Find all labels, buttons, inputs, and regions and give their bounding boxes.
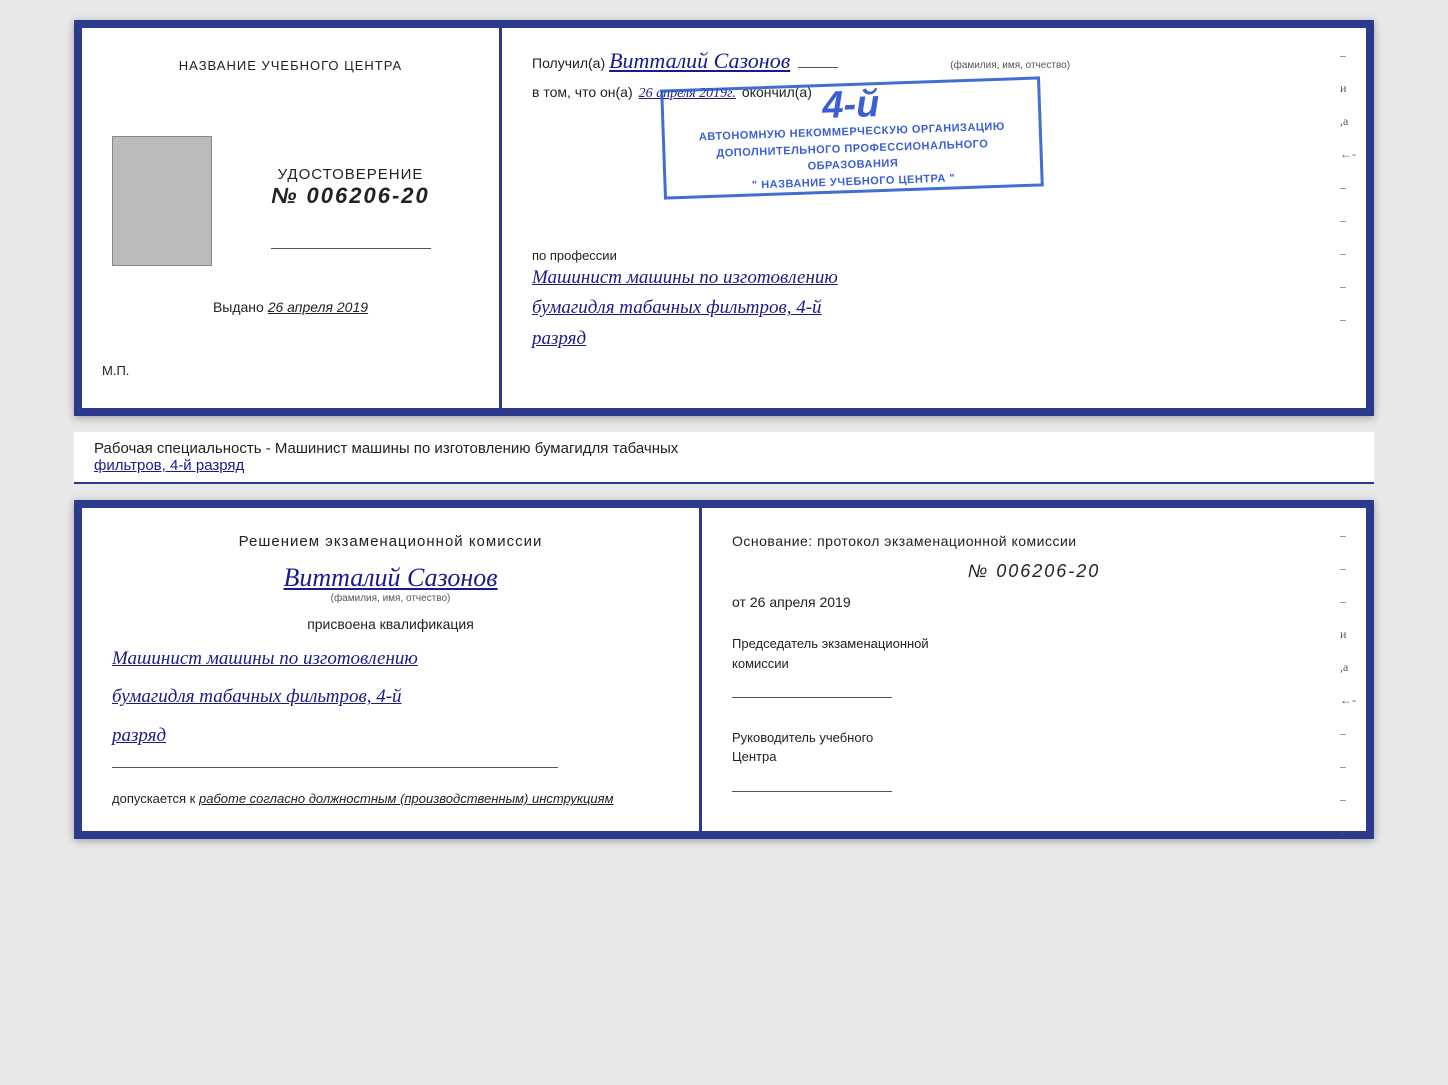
middle-underline-text: фильтров, 4-й разряд [94,457,244,474]
vydano-label: Выдано [213,299,264,315]
bottom-number: № 006206-20 [732,561,1336,582]
dopuskaetsya-block: допускается к работе согласно должностны… [112,791,669,806]
komissia-title: Решением экзаменационной комиссии [112,533,669,550]
vtom-label: в том, что он(а) [532,84,633,100]
bottom-certificate: Решением экзаменационной комиссии Виттал… [74,500,1374,839]
osnovaniye-text: Основание: протокол экзаменационной коми… [732,533,1336,549]
recipient-name-top: Витталий Сазонов [609,48,790,74]
rukovoditel-block: Руководитель учебного Центра [732,728,1336,798]
rukovoditel-line2: Центра [732,749,776,764]
bottom-left-panel: Решением экзаменационной комиссии Виттал… [82,508,702,831]
cert-right-panel: Получил(а) Витталий Сазонов (фамилия, им… [502,28,1366,408]
mp-label: М.П. [102,363,129,378]
fio-label-top: (фамилия, имя, отчество) [950,60,1070,71]
qual-line3: разряд [112,721,669,751]
stamp-number: 4-й [822,85,880,125]
right-dashes: – и ,а ←- – – – – – [1340,48,1356,327]
center-title: НАЗВАНИЕ УЧЕБНОГО ЦЕНТРА [179,58,402,73]
top-certificate: НАЗВАНИЕ УЧЕБНОГО ЦЕНТРА УДОСТОВЕРЕНИЕ №… [74,20,1374,416]
photo-placeholder [112,136,212,266]
ot-label: от [732,594,746,610]
middle-main-text: Рабочая специальность - Машинист машины … [94,440,678,457]
rukovoditel-signature-line [732,767,892,792]
dopuskaetsya-label: допускается к [112,791,195,806]
udostoverenie-block: УДОСТОВЕРЕНИЕ № 006206-20 [271,166,430,209]
predsedatel-block: Председатель экзаменационной комиссии [732,634,1336,704]
profession-line2: бумагидля табачных фильтров, 4-й [532,293,1336,323]
dopuskaetsya-text: работе согласно должностным (производств… [199,791,614,806]
bottom-recipient-name: Витталий Сазонов [112,563,669,593]
predsedatel-line2: комиссии [732,656,789,671]
ot-date: 26 апреля 2019 [750,594,851,610]
profession-line1: Машинист машины по изготовлению [532,263,1336,293]
udostoverenie-label: УДОСТОВЕРЕНИЕ [271,166,430,183]
qual-line1: Машинист машины по изготовлению [112,644,669,674]
profession-line3: разряд [532,324,1336,354]
bottom-right-panel: Основание: протокол экзаменационной коми… [702,508,1366,831]
prisvoyena-label: присвоена квалификация [112,616,669,632]
predsedatel-signature-line [732,673,892,698]
cert-left-panel: НАЗВАНИЕ УЧЕБНОГО ЦЕНТРА УДОСТОВЕРЕНИЕ №… [82,28,502,408]
blue-stamp: 4-й АВТОНОМНУЮ НЕКОММЕРЧЕСКУЮ ОРГАНИЗАЦИ… [660,76,1044,199]
received-line: Получил(а) Витталий Сазонов (фамилия, им… [532,48,1336,74]
rukovoditel-line1: Руководитель учебного [732,730,873,745]
po-professii-label: по профессии [532,248,1336,263]
middle-text-section: Рабочая специальность - Машинист машины … [74,432,1374,484]
bottom-fio-label: (фамилия, имя, отчество) [112,593,669,604]
bottom-right-dashes: – – – и ,а ←- – – – – [1340,528,1356,840]
ot-line: от 26 апреля 2019 [732,594,1336,610]
vydano-date: 26 апреля 2019 [268,299,368,315]
cert-number-top: № 006206-20 [271,183,430,208]
vydano-line: Выдано 26 апреля 2019 [213,299,368,315]
predsedatel-line1: Председатель экзаменационной [732,636,929,651]
qual-line2: бумагидля табачных фильтров, 4-й [112,682,669,712]
poluchil-label: Получил(а) [532,55,605,71]
